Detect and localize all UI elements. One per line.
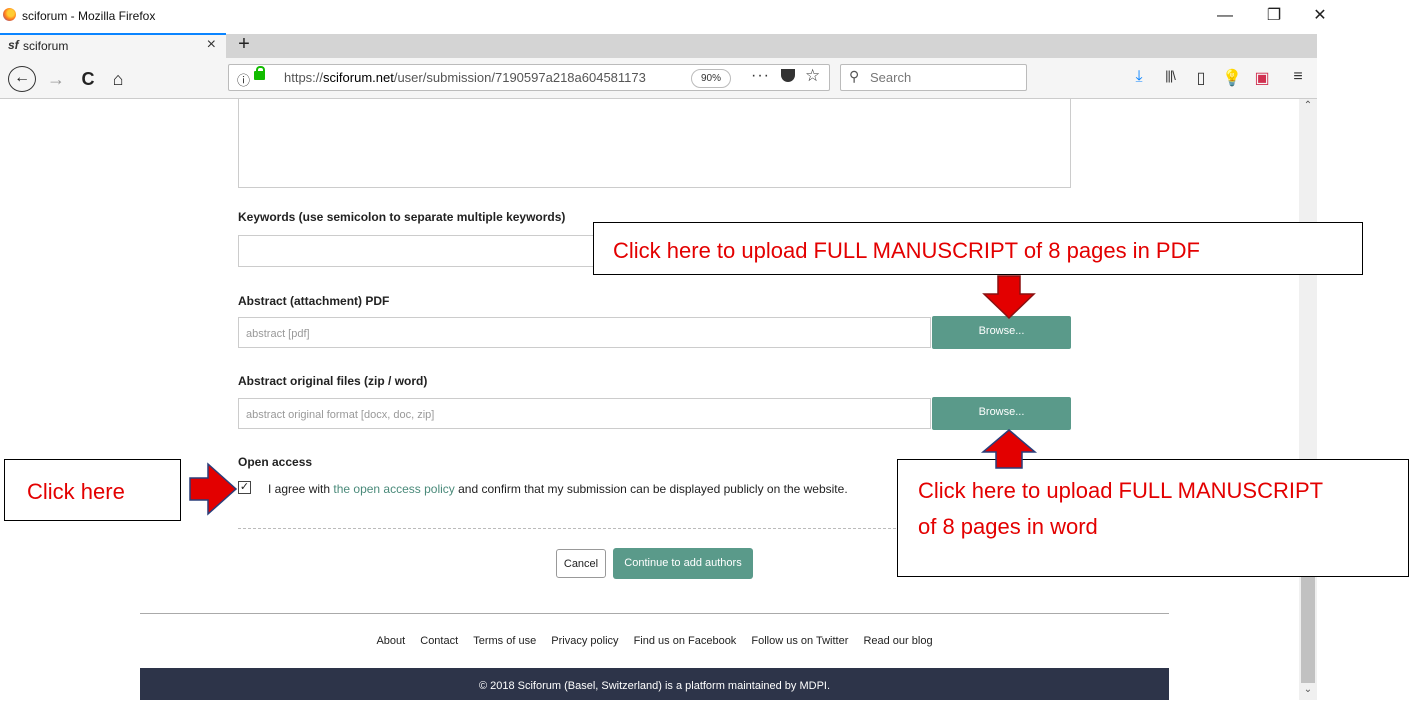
right-arrow-icon <box>189 462 238 516</box>
up-arrow-icon <box>980 429 1038 469</box>
down-arrow-icon <box>982 275 1036 320</box>
annotation-arrows-layer <box>189 275 1038 516</box>
